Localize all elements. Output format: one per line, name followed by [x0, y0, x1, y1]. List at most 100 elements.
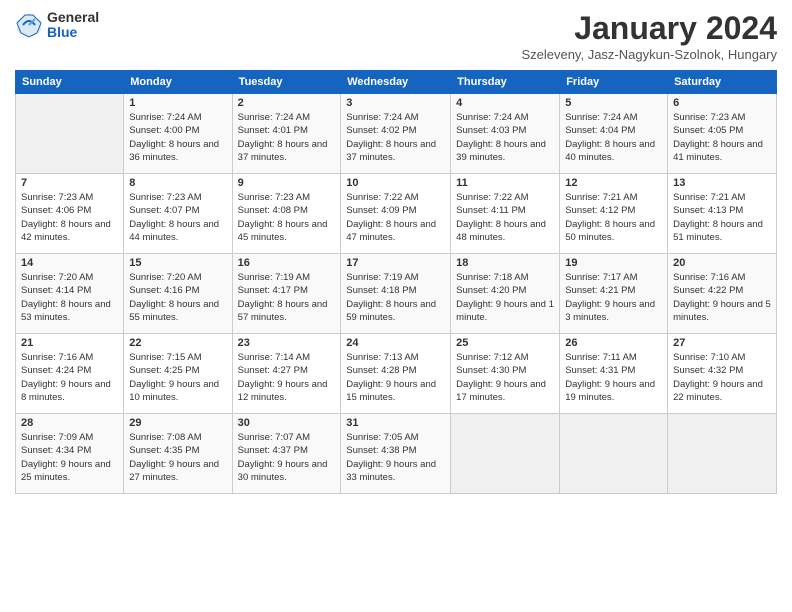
table-row: 3 Sunrise: 7:24 AMSunset: 4:02 PMDaylight…	[341, 94, 451, 174]
day-number: 3	[346, 97, 445, 109]
table-row: 5 Sunrise: 7:24 AMSunset: 4:04 PMDaylight…	[560, 94, 668, 174]
day-number: 31	[346, 417, 445, 429]
day-number: 2	[238, 97, 336, 109]
day-info: Sunrise: 7:14 AMSunset: 4:27 PMDaylight:…	[238, 351, 336, 404]
day-info: Sunrise: 7:16 AMSunset: 4:24 PMDaylight:…	[21, 351, 118, 404]
table-row: 15 Sunrise: 7:20 AMSunset: 4:16 PMDayligh…	[124, 254, 232, 334]
day-number: 9	[238, 177, 336, 189]
table-row: 1 Sunrise: 7:24 AMSunset: 4:00 PMDaylight…	[124, 94, 232, 174]
table-row	[16, 94, 124, 174]
logo-blue-text: Blue	[47, 25, 99, 40]
header-thursday: Thursday	[451, 71, 560, 94]
table-row: 4 Sunrise: 7:24 AMSunset: 4:03 PMDaylight…	[451, 94, 560, 174]
day-info: Sunrise: 7:21 AMSunset: 4:12 PMDaylight:…	[565, 191, 662, 244]
day-info: Sunrise: 7:24 AMSunset: 4:03 PMDaylight:…	[456, 111, 554, 164]
day-number: 1	[129, 97, 226, 109]
table-row	[451, 414, 560, 494]
day-info: Sunrise: 7:05 AMSunset: 4:38 PMDaylight:…	[346, 431, 445, 484]
day-info: Sunrise: 7:16 AMSunset: 4:22 PMDaylight:…	[673, 271, 771, 324]
calendar-week-row: 14 Sunrise: 7:20 AMSunset: 4:14 PMDayligh…	[16, 254, 777, 334]
table-row: 18Sunrise: 7:18 AMSunset: 4:20 PMDayligh…	[451, 254, 560, 334]
day-number: 19	[565, 257, 662, 269]
header: General Blue January 2024 Szeleveny, Jas…	[15, 10, 777, 62]
day-info: Sunrise: 7:15 AMSunset: 4:25 PMDaylight:…	[129, 351, 226, 404]
day-number: 27	[673, 337, 771, 349]
table-row: 21 Sunrise: 7:16 AMSunset: 4:24 PMDayligh…	[16, 334, 124, 414]
day-info: Sunrise: 7:20 AMSunset: 4:16 PMDaylight:…	[129, 271, 226, 324]
day-info: Sunrise: 7:20 AMSunset: 4:14 PMDaylight:…	[21, 271, 118, 324]
table-row: 25 Sunrise: 7:12 AMSunset: 4:30 PMDayligh…	[451, 334, 560, 414]
day-info: Sunrise: 7:22 AMSunset: 4:09 PMDaylight:…	[346, 191, 445, 244]
logo-general-text: General	[47, 10, 99, 25]
header-sunday: Sunday	[16, 71, 124, 94]
day-info: Sunrise: 7:12 AMSunset: 4:30 PMDaylight:…	[456, 351, 554, 404]
day-info: Sunrise: 7:21 AMSunset: 4:13 PMDaylight:…	[673, 191, 771, 244]
table-row: 28 Sunrise: 7:09 AMSunset: 4:34 PMDayligh…	[16, 414, 124, 494]
table-row: 8 Sunrise: 7:23 AMSunset: 4:07 PMDaylight…	[124, 174, 232, 254]
day-number: 29	[129, 417, 226, 429]
day-info: Sunrise: 7:23 AMSunset: 4:06 PMDaylight:…	[21, 191, 118, 244]
table-row: 22 Sunrise: 7:15 AMSunset: 4:25 PMDayligh…	[124, 334, 232, 414]
day-number: 25	[456, 337, 554, 349]
day-number: 14	[21, 257, 118, 269]
day-number: 4	[456, 97, 554, 109]
logo: General Blue	[15, 10, 99, 41]
day-number: 5	[565, 97, 662, 109]
day-number: 16	[238, 257, 336, 269]
day-info: Sunrise: 7:08 AMSunset: 4:35 PMDaylight:…	[129, 431, 226, 484]
day-number: 28	[21, 417, 118, 429]
table-row: 26Sunrise: 7:11 AMSunset: 4:31 PMDayligh…	[560, 334, 668, 414]
day-info: Sunrise: 7:17 AMSunset: 4:21 PMDaylight:…	[565, 271, 662, 324]
day-number: 22	[129, 337, 226, 349]
day-info: Sunrise: 7:24 AMSunset: 4:04 PMDaylight:…	[565, 111, 662, 164]
day-info: Sunrise: 7:09 AMSunset: 4:34 PMDaylight:…	[21, 431, 118, 484]
table-row: 20 Sunrise: 7:16 AMSunset: 4:22 PMDayligh…	[668, 254, 777, 334]
day-number: 13	[673, 177, 771, 189]
day-number: 30	[238, 417, 336, 429]
calendar-week-row: 21 Sunrise: 7:16 AMSunset: 4:24 PMDayligh…	[16, 334, 777, 414]
table-row: 12Sunrise: 7:21 AMSunset: 4:12 PMDayligh…	[560, 174, 668, 254]
table-row: 2Sunrise: 7:24 AMSunset: 4:01 PMDaylight…	[232, 94, 341, 174]
day-number: 15	[129, 257, 226, 269]
page: General Blue January 2024 Szeleveny, Jas…	[0, 0, 792, 612]
day-info: Sunrise: 7:24 AMSunset: 4:00 PMDaylight:…	[129, 111, 226, 164]
day-number: 21	[21, 337, 118, 349]
logo-icon	[15, 11, 43, 39]
table-row: 6Sunrise: 7:23 AMSunset: 4:05 PMDaylight…	[668, 94, 777, 174]
calendar-week-row: 1 Sunrise: 7:24 AMSunset: 4:00 PMDaylight…	[16, 94, 777, 174]
table-row: 24Sunrise: 7:13 AMSunset: 4:28 PMDayligh…	[341, 334, 451, 414]
table-row	[560, 414, 668, 494]
day-info: Sunrise: 7:23 AMSunset: 4:07 PMDaylight:…	[129, 191, 226, 244]
day-info: Sunrise: 7:07 AMSunset: 4:37 PMDaylight:…	[238, 431, 336, 484]
header-tuesday: Tuesday	[232, 71, 341, 94]
table-row: 10Sunrise: 7:22 AMSunset: 4:09 PMDayligh…	[341, 174, 451, 254]
day-info: Sunrise: 7:24 AMSunset: 4:02 PMDaylight:…	[346, 111, 445, 164]
table-row: 7Sunrise: 7:23 AMSunset: 4:06 PMDaylight…	[16, 174, 124, 254]
table-row	[668, 414, 777, 494]
table-row: 14 Sunrise: 7:20 AMSunset: 4:14 PMDayligh…	[16, 254, 124, 334]
day-number: 20	[673, 257, 771, 269]
header-saturday: Saturday	[668, 71, 777, 94]
day-info: Sunrise: 7:18 AMSunset: 4:20 PMDaylight:…	[456, 271, 554, 324]
day-info: Sunrise: 7:23 AMSunset: 4:05 PMDaylight:…	[673, 111, 771, 164]
header-wednesday: Wednesday	[341, 71, 451, 94]
table-row: 11 Sunrise: 7:22 AMSunset: 4:11 PMDayligh…	[451, 174, 560, 254]
logo-text: General Blue	[47, 10, 99, 41]
table-row: 13 Sunrise: 7:21 AMSunset: 4:13 PMDayligh…	[668, 174, 777, 254]
day-info: Sunrise: 7:23 AMSunset: 4:08 PMDaylight:…	[238, 191, 336, 244]
header-friday: Friday	[560, 71, 668, 94]
table-row: 16Sunrise: 7:19 AMSunset: 4:17 PMDayligh…	[232, 254, 341, 334]
table-row: 29 Sunrise: 7:08 AMSunset: 4:35 PMDayligh…	[124, 414, 232, 494]
day-number: 17	[346, 257, 445, 269]
day-info: Sunrise: 7:11 AMSunset: 4:31 PMDaylight:…	[565, 351, 662, 404]
day-number: 8	[129, 177, 226, 189]
day-number: 11	[456, 177, 554, 189]
title-section: January 2024 Szeleveny, Jasz-Nagykun-Szo…	[521, 10, 777, 62]
header-monday: Monday	[124, 71, 232, 94]
day-info: Sunrise: 7:22 AMSunset: 4:11 PMDaylight:…	[456, 191, 554, 244]
calendar-week-row: 28 Sunrise: 7:09 AMSunset: 4:34 PMDayligh…	[16, 414, 777, 494]
day-number: 23	[238, 337, 336, 349]
calendar-week-row: 7Sunrise: 7:23 AMSunset: 4:06 PMDaylight…	[16, 174, 777, 254]
table-row: 31 Sunrise: 7:05 AMSunset: 4:38 PMDayligh…	[341, 414, 451, 494]
table-row: 9 Sunrise: 7:23 AMSunset: 4:08 PMDaylight…	[232, 174, 341, 254]
